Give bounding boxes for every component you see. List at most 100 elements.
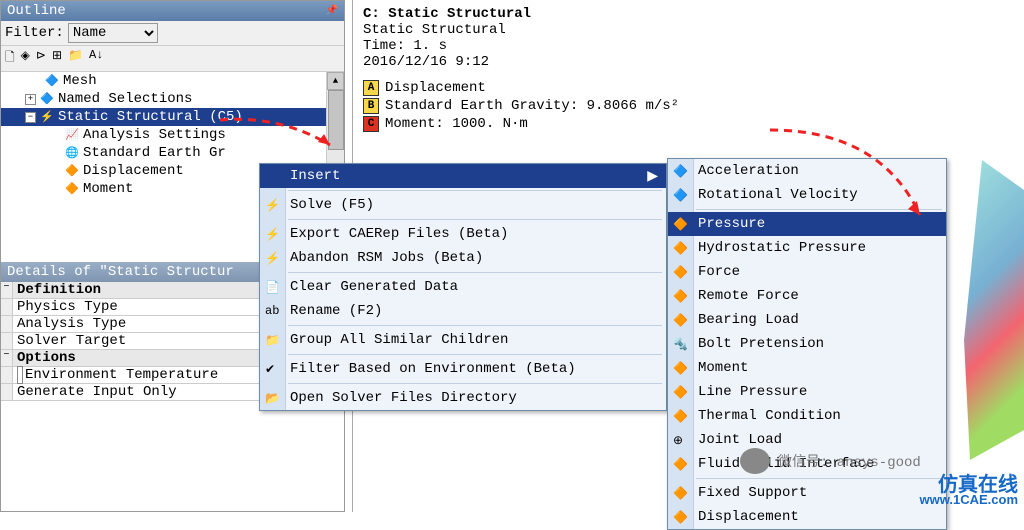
menu-item[interactable]: 🔶Displacement: [668, 505, 946, 529]
legend-text: Standard Earth Gravity: 9.8066 m/s²: [385, 98, 679, 114]
tree-node-icon: 🔶: [65, 164, 79, 178]
toolbar-btn[interactable]: ⊞: [52, 48, 62, 69]
menu-item-label: Bolt Pretension: [698, 336, 824, 352]
menu-separator: [288, 325, 662, 326]
menu-item-icon: 🔷: [673, 164, 688, 179]
tree-item-label: Analysis Settings: [83, 127, 226, 143]
menu-item-label: Bearing Load: [698, 312, 799, 328]
menu-item-icon: ab: [265, 304, 279, 318]
toolbar-btn[interactable]: ◈: [21, 48, 30, 69]
legend-tag-icon: B: [363, 98, 379, 114]
menu-item[interactable]: 📄Clear Generated Data: [260, 275, 666, 299]
menu-separator: [288, 383, 662, 384]
menu-item[interactable]: 📁Group All Similar Children: [260, 328, 666, 352]
context-menu-insert: Insert▶⚡Solve (F5)⚡Export CAERep Files (…: [259, 163, 667, 411]
menu-separator: [288, 272, 662, 273]
tree-item-label: Standard Earth Gr: [83, 145, 226, 161]
menu-item[interactable]: ⚡Solve (F5): [260, 193, 666, 217]
legend-subtitle: Static Structural: [363, 22, 1014, 38]
outline-titlebar: Outline 📌: [1, 1, 344, 21]
toolbar-btn[interactable]: 🗋: [5, 48, 15, 69]
menu-item[interactable]: ⚡ Abandon RSM Jobs (Beta): [260, 246, 666, 270]
outline-title: Outline: [7, 3, 66, 19]
menu-item[interactable]: 🔶 Line Pressure: [668, 380, 946, 404]
tree-item[interactable]: +🔷Named Selections: [1, 90, 344, 108]
menu-separator: [696, 478, 942, 479]
menu-item-icon: 🔶: [673, 385, 688, 400]
toolbar-btn[interactable]: ⊳: [36, 48, 46, 69]
menu-item[interactable]: ab Rename (F2): [260, 299, 666, 323]
legend-text: Moment: 1000. N·m: [385, 116, 528, 132]
toolbar-btn[interactable]: 📁: [68, 48, 83, 69]
menu-item-label: Remote Force: [698, 288, 799, 304]
tree-item[interactable]: −⚡Static Structural (C5): [1, 108, 344, 126]
menu-item[interactable]: ✔ Filter Based on Environment (Beta): [260, 357, 666, 381]
tree-item[interactable]: 📈Analysis Settings: [1, 126, 344, 144]
menu-item-label: Line Pressure: [698, 384, 807, 400]
tree-item-label: Moment: [83, 181, 133, 197]
tree-node-icon: 🔶: [65, 182, 79, 196]
menu-item-label: Displacement: [698, 509, 799, 525]
legend-tag-icon: A: [363, 80, 379, 96]
legend-time: Time: 1. s: [363, 38, 1014, 54]
tree-node-icon: 🔷: [45, 74, 59, 88]
menu-item-icon: 🔶: [673, 361, 688, 376]
menu-item-icon: 🔶: [673, 241, 688, 256]
menu-item-label: Hydrostatic Pressure: [698, 240, 866, 256]
menu-item[interactable]: 📂Open Solver Files Directory: [260, 386, 666, 410]
menu-item[interactable]: 🔶 Force: [668, 260, 946, 284]
menu-item-label: Rotational Velocity: [698, 187, 858, 203]
menu-item-icon: ⊕: [673, 433, 683, 448]
menu-item-label: Joint Load: [698, 432, 782, 448]
scroll-thumb[interactable]: [328, 90, 344, 150]
menu-item[interactable]: 🔷 Acceleration: [668, 159, 946, 183]
legend-item: ADisplacement: [363, 80, 1014, 96]
expand-icon[interactable]: −: [25, 112, 36, 123]
menu-item-label: Filter Based on Environment (Beta): [290, 361, 576, 377]
legend-block: C: Static Structural Static Structural T…: [353, 0, 1024, 138]
menu-item[interactable]: 🔷 Rotational Velocity: [668, 183, 946, 207]
toolbar-btn[interactable]: A↓: [89, 48, 103, 69]
legend-tag-icon: C: [363, 116, 379, 132]
menu-item-label: Pressure: [698, 216, 765, 232]
menu-separator: [288, 354, 662, 355]
menu-item-icon: 🔶: [673, 486, 688, 501]
filter-label: Filter:: [5, 25, 64, 41]
legend-item: B Standard Earth Gravity: 9.8066 m/s²: [363, 98, 1014, 114]
filter-select[interactable]: Name: [68, 23, 158, 43]
menu-item[interactable]: 🔶Bearing Load: [668, 308, 946, 332]
watermark-brand-url: www.1CAE.com: [920, 492, 1018, 507]
menu-item-label: Rename (F2): [290, 303, 382, 319]
menu-item[interactable]: 🔶 Moment: [668, 356, 946, 380]
menu-item-label: Moment: [698, 360, 748, 376]
menu-item-icon: ⚡: [265, 198, 280, 213]
scroll-up-icon[interactable]: ▲: [327, 72, 344, 90]
menu-item[interactable]: 🔶Fixed Support: [668, 481, 946, 505]
menu-item-icon: ✔: [265, 362, 275, 377]
menu-item-icon: 🔩: [673, 337, 688, 352]
expand-icon[interactable]: +: [25, 94, 36, 105]
menu-item-icon: 📄: [265, 280, 280, 295]
pin-icon[interactable]: 📌: [326, 5, 338, 17]
menu-item[interactable]: Insert▶: [260, 164, 666, 188]
menu-item-label: Acceleration: [698, 163, 799, 179]
menu-item[interactable]: 🔶 Hydrostatic Pressure: [668, 236, 946, 260]
menu-item-icon: 📁: [265, 333, 280, 348]
menu-item[interactable]: 🔶Pressure: [668, 212, 946, 236]
menu-item-icon: 🔷: [673, 188, 688, 203]
menu-item-icon: 🔶: [673, 265, 688, 280]
tree-item[interactable]: 🔷 Mesh: [1, 72, 344, 90]
menu-item-label: Force: [698, 264, 740, 280]
tree-item-label: Mesh: [63, 73, 97, 89]
tree-item[interactable]: 🌐Standard Earth Gr: [1, 144, 344, 162]
menu-separator: [696, 209, 942, 210]
menu-item[interactable]: ⚡Export CAERep Files (Beta): [260, 222, 666, 246]
menu-item-icon: ⚡: [265, 251, 280, 266]
menu-item-label: Abandon RSM Jobs (Beta): [290, 250, 483, 266]
legend-title: C: Static Structural: [363, 6, 1014, 22]
menu-item[interactable]: 🔶Thermal Condition: [668, 404, 946, 428]
menu-item-icon: 🔶: [673, 289, 688, 304]
menu-item[interactable]: 🔩 Bolt Pretension: [668, 332, 946, 356]
menu-item-label: Export CAERep Files (Beta): [290, 226, 508, 242]
menu-item[interactable]: 🔶 Remote Force: [668, 284, 946, 308]
